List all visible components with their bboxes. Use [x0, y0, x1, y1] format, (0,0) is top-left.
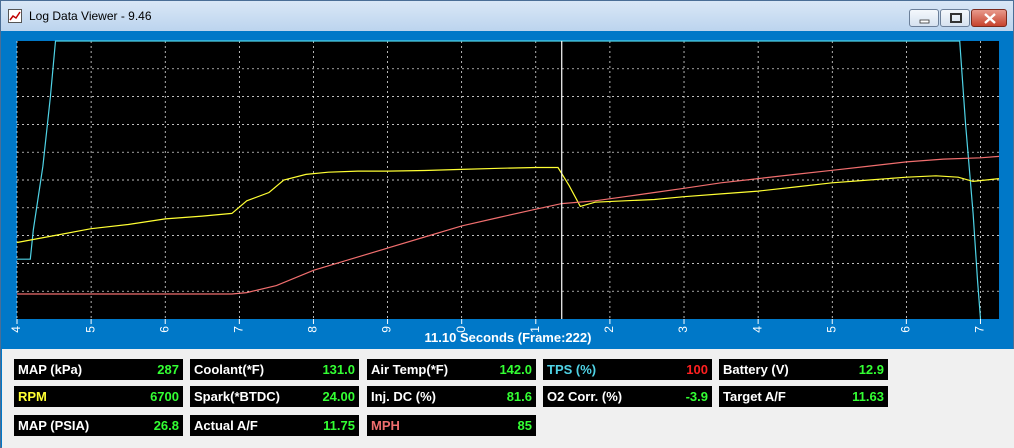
gauge-value: 287: [157, 362, 179, 377]
log-chart[interactable]: 4 5 6 7 8 9 0 1 2 3 4 5 6 711.10 Seconds (Frame:222): [9, 31, 1007, 349]
x-tick-label: 7: [232, 326, 246, 333]
gauge-value: -3.9: [685, 389, 708, 404]
x-tick-label: 6: [157, 326, 171, 333]
gauge-actual-a-f: Actual A/F 11.75: [190, 415, 359, 436]
gauge-inj-dc: Inj. DC (%) 81.6: [367, 386, 536, 407]
gauge-value: 11.63: [852, 389, 884, 404]
minimize-icon: [919, 19, 930, 24]
gauge-label: MAP (kPa): [18, 362, 83, 377]
gauge-rpm: RPM 6700: [14, 386, 183, 407]
x-tick-label: 5: [824, 326, 838, 333]
gauge-label: Spark(*BTDC): [194, 389, 280, 404]
gauge-value: 26.8: [153, 418, 179, 433]
maximize-button[interactable]: [940, 9, 970, 27]
gauge-value: 6700: [150, 389, 179, 404]
gauge-value: 142.0: [499, 362, 532, 377]
gauge-label: RPM: [18, 389, 47, 404]
gauge-map-kpa: MAP (kPa) 287: [14, 359, 183, 380]
chart-app-icon[interactable]: [8, 9, 22, 23]
gauge-value: 85: [517, 418, 532, 433]
gauge-label: Battery (V): [723, 362, 789, 377]
x-tick-label: 9: [380, 326, 394, 333]
gauge-panel: MAP (kPa) 287 Coolant(*F) 131.0 Air Temp(*F)…: [2, 349, 1014, 448]
gauge-label: Air Temp(*F): [371, 362, 449, 377]
gauge-label: Actual A/F: [194, 418, 258, 433]
gauge-spark-btdc: Spark(*BTDC) 24.00: [190, 386, 359, 407]
gauge-mph: MPH 85: [367, 415, 536, 436]
x-tick-label: 2: [602, 326, 616, 333]
close-icon: [984, 13, 996, 24]
log-data-viewer-window: Log Data Viewer - 9.46 4 5 6 7 8 9 0 1 2 3 4 5 6 7 11.…: [0, 0, 1014, 448]
maximize-icon: [950, 13, 962, 23]
gauge-label: Inj. DC (%): [371, 389, 436, 404]
gauge-air-temp-f: Air Temp(*F) 142.0: [367, 359, 536, 380]
title-bar[interactable]: Log Data Viewer - 9.46: [1, 1, 1013, 31]
x-tick-label: 8: [306, 326, 320, 333]
x-tick-label: 3: [676, 326, 690, 333]
gauge-tps: TPS (%) 100: [543, 359, 712, 380]
gauge-battery-v: Battery (V) 12.9: [719, 359, 888, 380]
gauge-label: Coolant(*F): [194, 362, 265, 377]
x-tick-label: 6: [899, 326, 913, 333]
gauge-label: O2 Corr. (%): [547, 389, 623, 404]
gauge-value: 11.75: [323, 418, 355, 433]
gauge-o2-corr: O2 Corr. (%) -3.9: [543, 386, 712, 407]
x-tick-label: 5: [83, 326, 97, 333]
chart-area[interactable]: 4 5 6 7 8 9 0 1 2 3 4 5 6 7 11.10 Seconds (Frame:222): [9, 31, 1007, 349]
gauge-label: MPH: [371, 418, 400, 433]
x-tick-label: 4: [750, 326, 764, 333]
gauge-label: MAP (PSIA): [18, 418, 90, 433]
gauge-coolant-f: Coolant(*F) 131.0: [190, 359, 359, 380]
x-axis-label: 11.10 Seconds (Frame:222): [425, 330, 592, 345]
window-title: Log Data Viewer - 9.46: [29, 9, 152, 23]
close-button[interactable]: [971, 9, 1007, 27]
gauge-value: 24.00: [322, 389, 355, 404]
gauge-value: 81.6: [506, 389, 532, 404]
x-tick-label: 4: [9, 326, 23, 333]
gauge-label: TPS (%): [547, 362, 597, 377]
gauge-label: Target A/F: [723, 389, 786, 404]
gauge-value: 12.9: [858, 362, 884, 377]
gauge-value: 131.0: [322, 362, 355, 377]
gauge-map-psia: MAP (PSIA) 26.8: [14, 415, 183, 436]
gauge-target-a-f: Target A/F 11.63: [719, 386, 888, 407]
gauge-value: 100: [686, 362, 708, 377]
x-tick-label: 7: [973, 326, 987, 333]
minimize-button[interactable]: [909, 9, 939, 27]
